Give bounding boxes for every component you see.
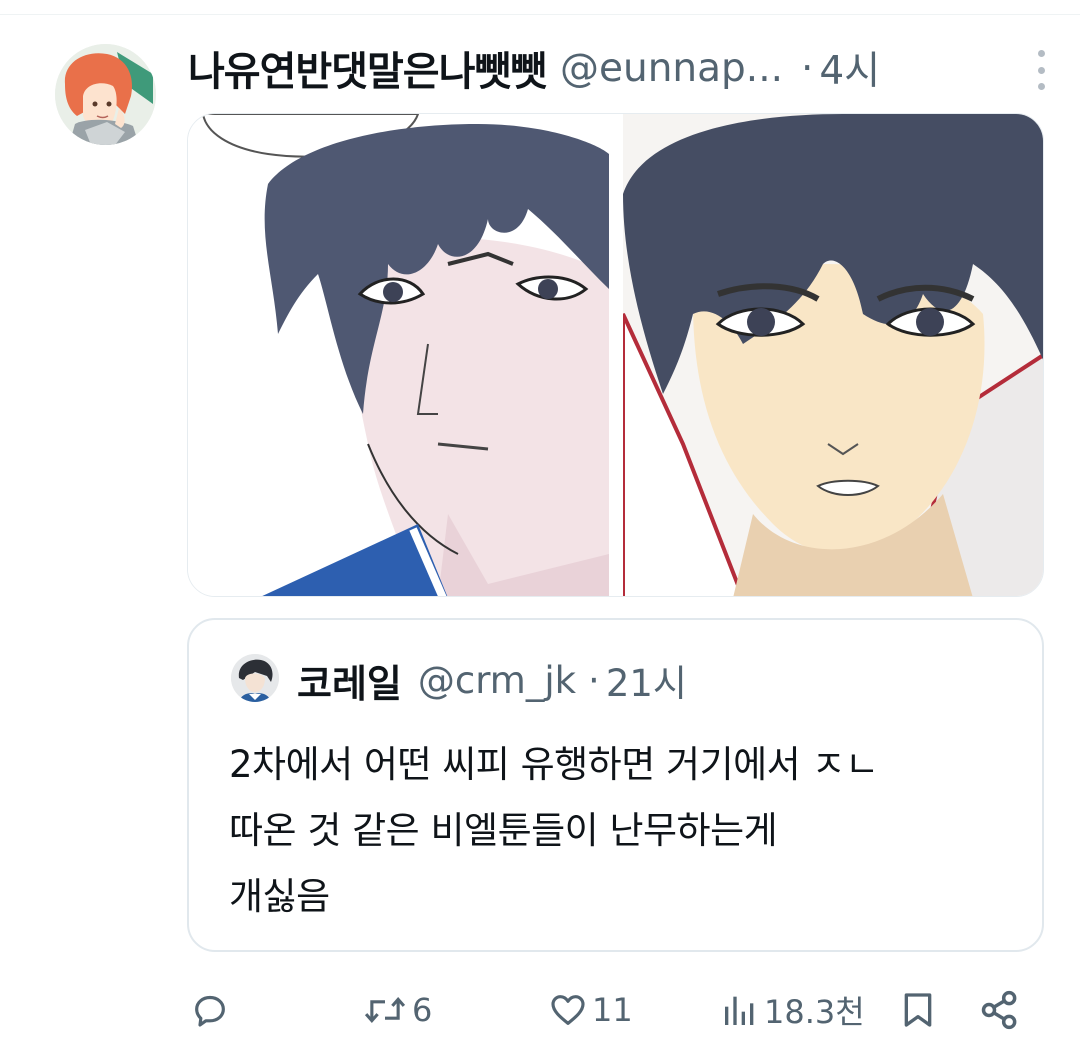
separator-dot: · [801, 45, 814, 91]
media-grid [187, 113, 1044, 597]
views-chart-icon [725, 996, 754, 1025]
quoted-tweet-text: 2차에서 어떤 씨피 유행하면 거기에서 ㅈㄴ 따온 것 같은 비엘툰들이 난무… [229, 732, 1019, 930]
retweet-icon [364, 996, 406, 1024]
tweet-action-bar: 6 11 18.3천 [0, 980, 1080, 1040]
heart-icon [551, 995, 585, 1025]
quoted-text-line: 2차에서 어떤 씨피 유행하면 거기에서 ㅈㄴ [229, 743, 879, 786]
tweet-header: 나유연반댓말은나뺏뺏 @eunnap... · 4시 [188, 38, 1040, 98]
reply-button[interactable] [190, 980, 234, 1040]
quoted-text-line: 개싫음 [229, 875, 330, 918]
tweet-page: 나유연반댓말은나뺏뺏 @eunnap... · 4시 코레일 @crm_jk ·… [0, 0, 1080, 1061]
media-image-right[interactable] [621, 114, 1043, 596]
bookmark-button[interactable] [898, 980, 938, 1040]
quoted-tweet-header: 코레일 @crm_jk · 21시 [297, 653, 687, 707]
author-handle[interactable]: @eunnap... [560, 46, 783, 91]
avatar-illustration-icon [55, 44, 156, 145]
quoted-author-handle[interactable]: @crm_jk [418, 659, 576, 702]
manga-portrait-right-icon [621, 114, 1043, 596]
author-avatar[interactable] [55, 44, 156, 145]
author-display-name[interactable]: 나유연반댓말은나뺏뺏 [188, 39, 547, 97]
reply-icon [195, 995, 225, 1027]
quoted-text-line: 따온 것 같은 비엘툰들이 난무하는게 [229, 809, 778, 852]
like-count: 11 [592, 991, 633, 1029]
more-options-icon[interactable] [1034, 50, 1048, 90]
views-button[interactable]: 18.3천 [720, 980, 865, 1040]
views-count: 18.3천 [764, 993, 865, 1031]
share-button[interactable] [978, 980, 1022, 1040]
share-icon [981, 990, 1017, 1030]
quoted-author-display-name[interactable]: 코레일 [297, 653, 402, 708]
bookmark-icon [904, 993, 932, 1027]
media-image-left[interactable] [188, 114, 609, 596]
retweet-count: 6 [412, 991, 433, 1029]
top-divider [0, 14, 1080, 15]
like-button[interactable]: 11 [548, 980, 633, 1040]
quoted-author-avatar[interactable] [231, 654, 279, 702]
quoted-tweet-card[interactable]: 코레일 @crm_jk · 21시 2차에서 어떤 씨피 유행하면 거기에서 ㅈ… [187, 618, 1044, 952]
retweet-button[interactable]: 6 [362, 980, 432, 1040]
tweet-timestamp[interactable]: 4시 [819, 40, 880, 96]
manga-portrait-left-icon [188, 114, 609, 596]
quoted-tweet-timestamp[interactable]: 21시 [606, 653, 687, 707]
quoted-avatar-illustration-icon [231, 654, 279, 702]
quoted-separator-dot: · [588, 658, 600, 702]
